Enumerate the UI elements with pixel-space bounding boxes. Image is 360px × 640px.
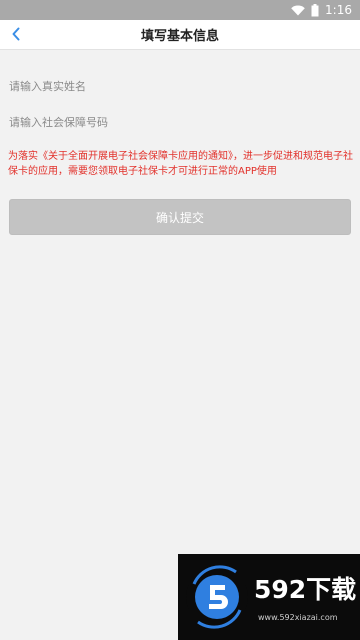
status-time: 1:16	[325, 3, 352, 17]
back-button[interactable]	[2, 20, 30, 50]
chevron-left-icon	[11, 26, 21, 45]
ssn-row	[0, 104, 360, 140]
page-title: 填写基本信息	[140, 29, 219, 44]
status-bar: 1:16	[0, 0, 360, 20]
wifi-icon	[291, 5, 305, 16]
confirm-submit-button[interactable]: 确认提交	[9, 199, 351, 235]
social-security-number-input[interactable]	[9, 104, 360, 140]
watermark-brand: 592下载	[254, 575, 357, 604]
watermark-banner: 592下载 www.592xiazai.com	[178, 554, 360, 640]
nav-bar: 填写基本信息	[0, 20, 360, 50]
real-name-input[interactable]	[9, 68, 360, 104]
notice-text: 为落实《关于全面开展电子社会保障卡应用的通知》，进一步促进和规范电子社保卡的应用…	[8, 151, 353, 177]
watermark-logo-icon	[186, 565, 248, 629]
watermark-url: www.592xiazai.com	[258, 613, 338, 622]
battery-icon	[311, 3, 319, 17]
name-row	[0, 68, 360, 104]
